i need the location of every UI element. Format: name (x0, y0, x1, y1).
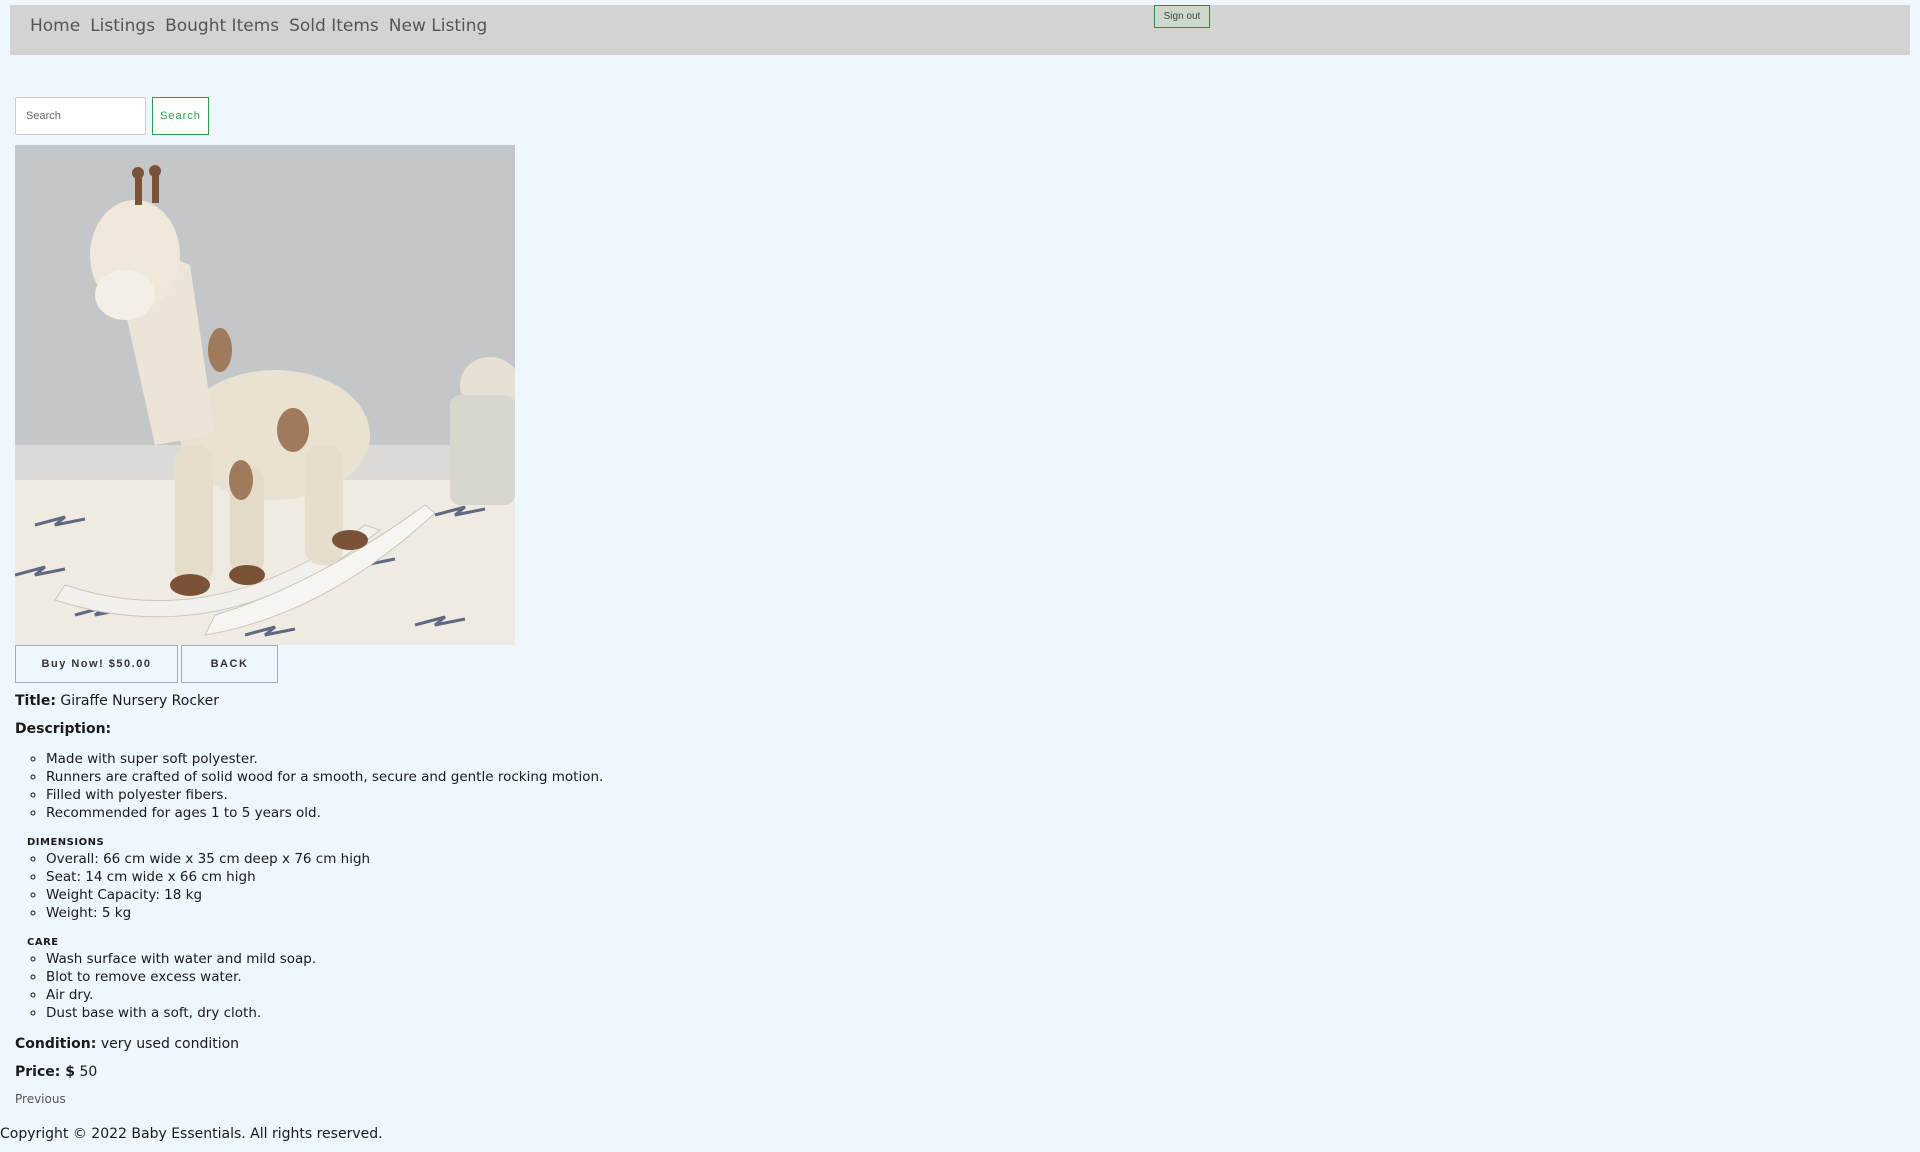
list-item: Seat: 14 cm wide x 66 cm high (46, 868, 715, 886)
title-label: Title: (15, 693, 56, 709)
care-heading: CARE (27, 937, 59, 948)
giraffe-rocker-illustration (15, 145, 515, 645)
list-item: Dust base with a soft, dry cloth. (46, 1004, 715, 1022)
product-title: Giraffe Nursery Rocker (60, 693, 220, 709)
list-item: Filled with polyester fibers. (46, 786, 715, 804)
features-list: Made with super soft polyester. Runners … (15, 750, 715, 822)
nav-new-listing[interactable]: New Listing (389, 16, 488, 36)
list-item: Weight: 5 kg (46, 904, 715, 922)
description-body: Made with super soft polyester. Runners … (15, 750, 715, 1022)
list-item: Blot to remove excess water. (46, 968, 715, 986)
condition-value: very used condition (100, 1036, 240, 1052)
back-button[interactable]: BACK (181, 645, 278, 683)
search-button[interactable]: Search (152, 97, 209, 135)
dimensions-heading: DIMENSIONS (27, 837, 105, 848)
footer-copyright: Copyright © 2022 Baby Essentials. All ri… (0, 1126, 383, 1142)
description-label: Description: (15, 721, 111, 737)
top-navbar: Home Listings Bought Items Sold Items Ne… (10, 5, 1910, 55)
list-item: Weight Capacity: 18 kg (46, 886, 715, 904)
list-item: Air dry. (46, 986, 715, 1004)
description-heading: Description: (15, 721, 112, 737)
search-input[interactable] (15, 97, 146, 135)
buy-now-button[interactable]: Buy Now! $50.00 (15, 645, 178, 683)
previous-link[interactable]: Previous (15, 1092, 66, 1106)
list-item: Recommended for ages 1 to 5 years old. (46, 804, 715, 822)
condition-label: Condition: (15, 1036, 97, 1052)
nav-sold-items[interactable]: Sold Items (289, 16, 379, 36)
sign-out-button[interactable]: Sign out (1154, 5, 1210, 28)
list-item: Made with super soft polyester. (46, 750, 715, 768)
title-row: Title: Giraffe Nursery Rocker (15, 693, 219, 709)
nav-bought-items[interactable]: Bought Items (165, 16, 279, 36)
condition-row: Condition: very used condition (15, 1036, 239, 1052)
nav-listings[interactable]: Listings (90, 16, 155, 36)
care-list: Wash surface with water and mild soap. B… (15, 950, 715, 1022)
price-label: Price: $ (15, 1064, 75, 1080)
list-item: Overall: 66 cm wide x 35 cm deep x 76 cm… (46, 850, 715, 868)
list-item: Runners are crafted of solid wood for a … (46, 768, 715, 786)
product-image (15, 145, 515, 645)
nav-links: Home Listings Bought Items Sold Items Ne… (30, 16, 487, 36)
dimensions-list: Overall: 66 cm wide x 35 cm deep x 76 cm… (15, 850, 715, 922)
price-row: Price: $ 50 (15, 1064, 97, 1080)
nav-home[interactable]: Home (30, 16, 80, 36)
list-item: Wash surface with water and mild soap. (46, 950, 715, 968)
price-value: 50 (79, 1064, 98, 1080)
